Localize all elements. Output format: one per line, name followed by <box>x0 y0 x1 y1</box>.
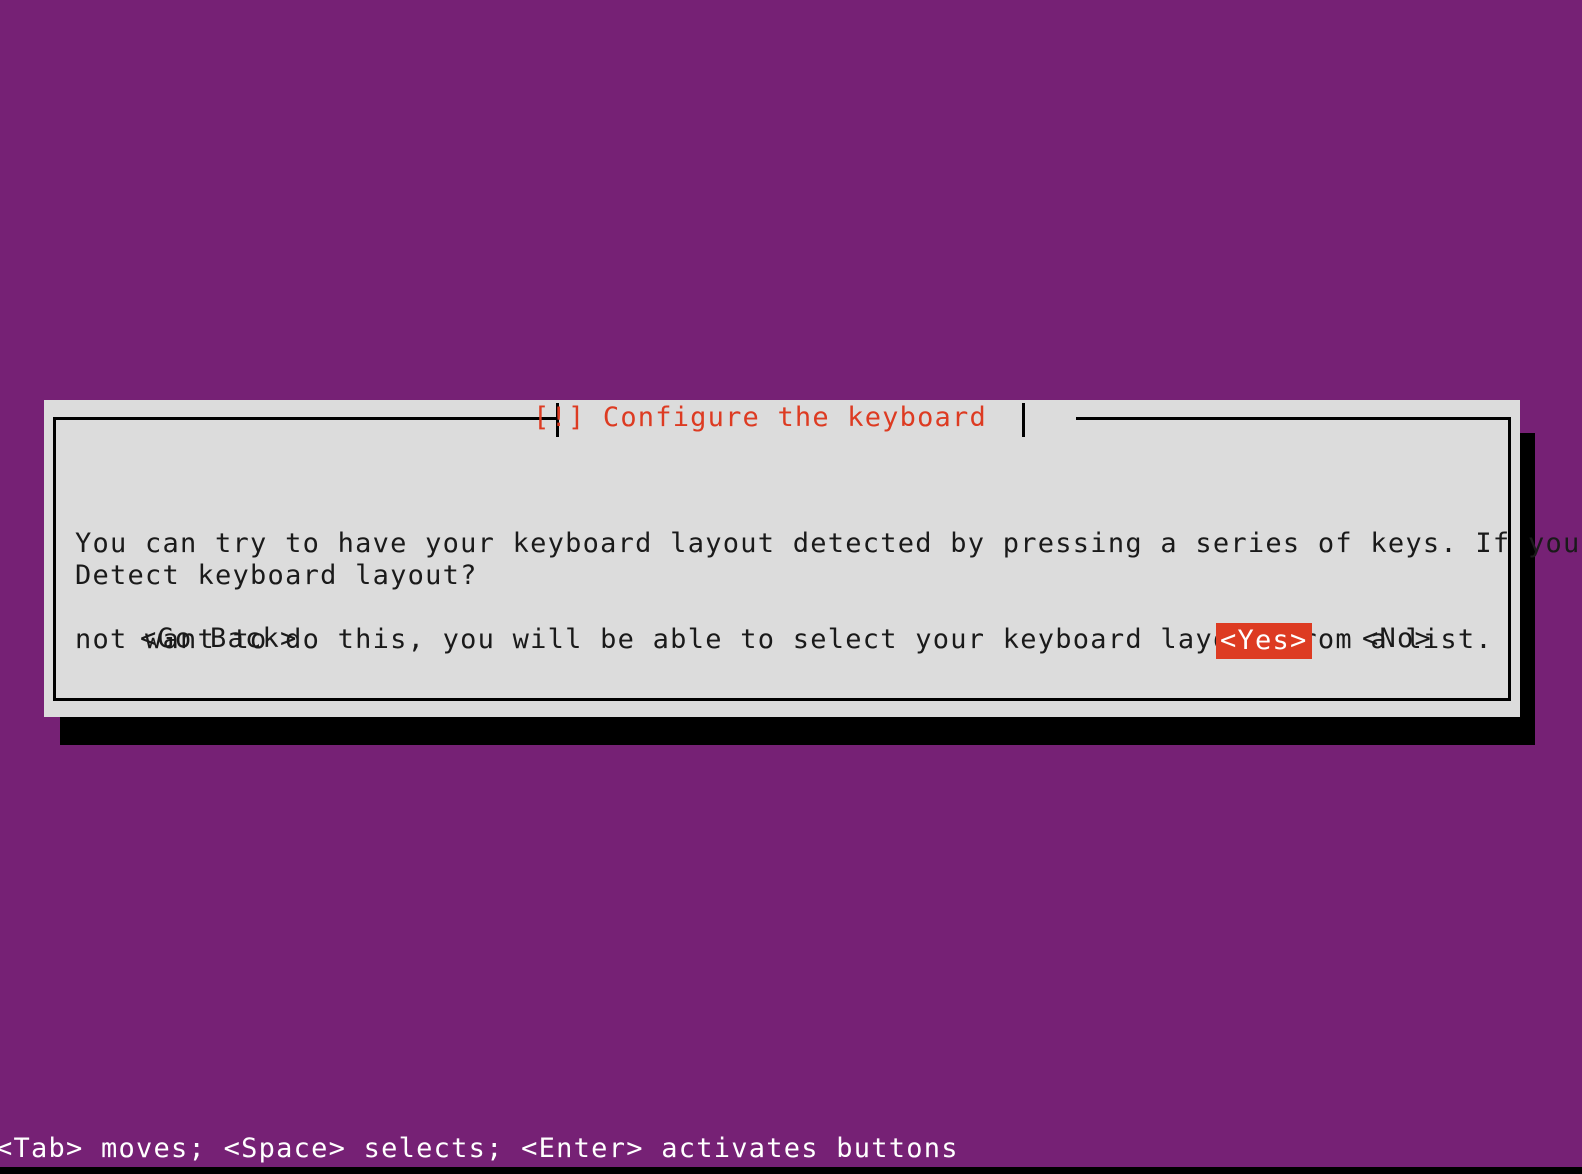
yes-button[interactable]: <Yes> <box>1216 623 1312 659</box>
body-line: You can try to have your keyboard layout… <box>75 528 1582 559</box>
screen-bottom-strip <box>0 1167 1582 1174</box>
go-back-button[interactable]: <Go Back> <box>138 623 300 655</box>
installer-screen: [!] Configure the keyboard You can try t… <box>0 0 1582 1174</box>
no-button[interactable]: <No> <box>1360 623 1434 655</box>
keyboard-help-status-bar: <Tab> moves; <Space> selects; <Enter> ac… <box>0 1133 959 1164</box>
dialog-title: [!] Configure the keyboard <box>533 402 987 433</box>
dialog-body-text: You can try to have your keyboard layout… <box>75 464 1582 720</box>
dialog-question: Detect keyboard layout? <box>75 560 478 591</box>
title-tick-right-icon <box>1022 403 1025 437</box>
